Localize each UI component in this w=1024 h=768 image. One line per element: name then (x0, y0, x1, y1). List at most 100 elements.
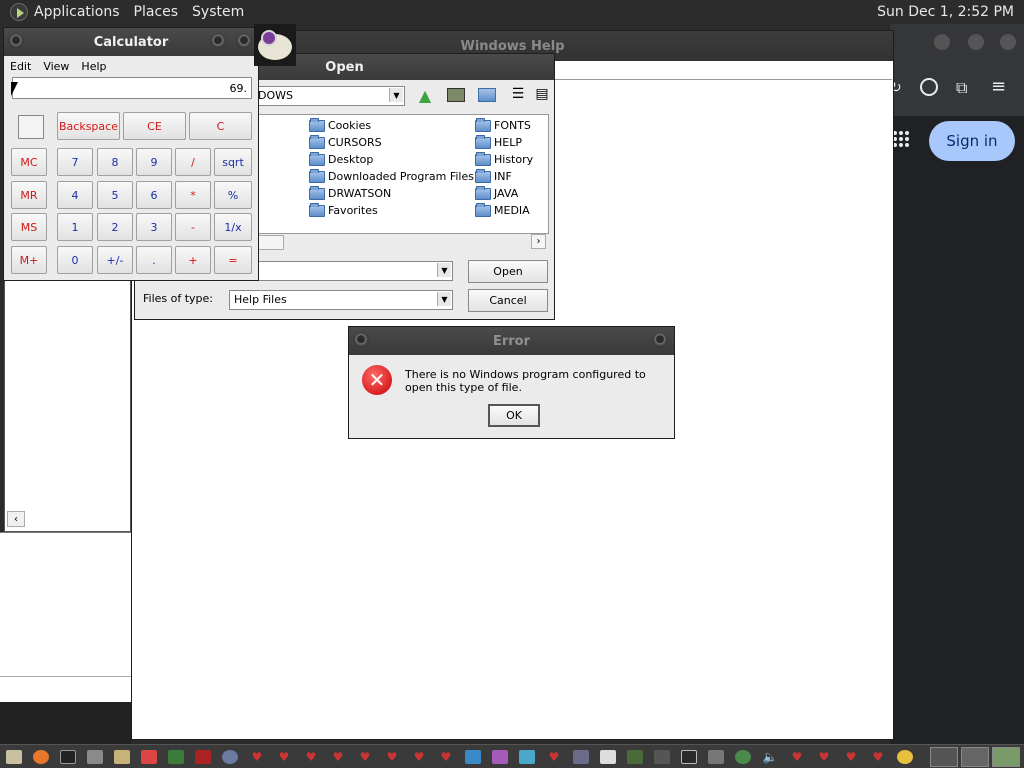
list-item[interactable]: DRWATSON (309, 185, 391, 202)
places-menu[interactable]: Places (134, 4, 179, 20)
app-icon[interactable] (598, 748, 618, 766)
new-folder-icon[interactable] (478, 88, 496, 102)
chevron-down-icon[interactable]: ▼ (437, 263, 451, 277)
files-of-type-combo[interactable]: Help Files ▼ (229, 290, 453, 310)
close-icon[interactable] (1000, 34, 1016, 50)
list-item[interactable]: JAVA (475, 185, 518, 202)
look-in-combo[interactable]: DOWS ▼ (253, 86, 405, 106)
digit-3-button[interactable]: 3 (136, 213, 172, 241)
settings-icon[interactable] (220, 748, 240, 766)
multiply-button[interactable]: * (175, 181, 211, 209)
wine-glass-icon[interactable]: ♥ (436, 748, 456, 766)
wine-glass-icon[interactable]: ♥ (382, 748, 402, 766)
wine-glass-icon[interactable]: ♥ (328, 748, 348, 766)
calculator-titlebar[interactable]: Calculator (4, 28, 258, 56)
ce-button[interactable]: CE (123, 112, 186, 140)
wine-glass-icon[interactable]: ♥ (814, 748, 834, 766)
file-name-combo[interactable]: ▼ (253, 261, 453, 281)
wine-glass-icon[interactable]: ♥ (868, 748, 888, 766)
system-menu[interactable]: System (192, 4, 244, 20)
m-plus-button[interactable]: M+ (11, 246, 47, 274)
wine-glass-icon[interactable]: ♥ (544, 748, 564, 766)
list-item[interactable]: INF (475, 168, 512, 185)
sheep-icon[interactable] (895, 748, 915, 766)
list-item[interactable]: FONTS (475, 117, 531, 134)
digit-0-button[interactable]: 0 (57, 246, 93, 274)
clock[interactable]: Sun Dec 1, 2:52 PM (877, 4, 1014, 20)
extensions-icon[interactable]: ⧉ (956, 78, 967, 98)
digit-8-button[interactable]: 8 (97, 148, 133, 176)
menu-icon[interactable]: ≡ (991, 76, 1006, 97)
close-icon[interactable] (236, 33, 252, 49)
wine-glass-icon[interactable]: ♥ (841, 748, 861, 766)
list-item[interactable]: CURSORS (309, 134, 382, 151)
desktop-icon[interactable] (447, 88, 465, 102)
list-view-icon[interactable]: ☰ (509, 86, 527, 102)
mc-button[interactable]: MC (11, 148, 47, 176)
scroll-left-icon[interactable]: ‹ (7, 511, 25, 527)
open-button[interactable]: Open (468, 260, 548, 283)
digit-6-button[interactable]: 6 (136, 181, 172, 209)
list-item[interactable]: Cookies (309, 117, 371, 134)
digit-2-button[interactable]: 2 (97, 213, 133, 241)
list-item[interactable]: Downloaded Program Files (309, 168, 474, 185)
horizontal-scrollbar-thumb[interactable] (256, 235, 284, 250)
wine-icon[interactable] (193, 748, 213, 766)
app-icon[interactable] (517, 748, 537, 766)
chevron-down-icon[interactable]: ▼ (389, 88, 403, 102)
folder-icon[interactable] (112, 748, 132, 766)
close-icon[interactable] (652, 332, 668, 348)
list-item[interactable]: MEDIA (475, 202, 530, 219)
app-icon[interactable] (571, 748, 591, 766)
decimal-button[interactable]: . (136, 246, 172, 274)
digit-4-button[interactable]: 4 (57, 181, 93, 209)
wine-glass-icon[interactable]: ♥ (355, 748, 375, 766)
menu-edit[interactable]: Edit (10, 60, 31, 73)
volume-icon[interactable]: 🔈 (760, 748, 780, 766)
software-icon[interactable] (139, 748, 159, 766)
minimize-icon[interactable] (210, 33, 226, 49)
wine-glass-icon[interactable]: ♥ (409, 748, 429, 766)
ms-button[interactable]: MS (11, 213, 47, 241)
wine-glass-icon[interactable]: ♥ (301, 748, 321, 766)
wine-glass-icon[interactable]: ♥ (787, 748, 807, 766)
digit-9-button[interactable]: 9 (136, 148, 172, 176)
arrow-up-icon[interactable]: ▲ (416, 86, 434, 105)
minimize-icon[interactable] (934, 34, 950, 50)
app-icon[interactable] (652, 748, 672, 766)
window-menu-icon[interactable] (8, 33, 24, 49)
digit-1-button[interactable]: 1 (57, 213, 93, 241)
sign-in-button[interactable]: Sign in (929, 121, 1015, 161)
workspace-2[interactable] (961, 747, 989, 767)
backspace-button[interactable]: Backspace (57, 112, 120, 140)
details-view-icon[interactable]: ▤ (533, 86, 551, 102)
workspace-1[interactable] (930, 747, 958, 767)
monitor-icon[interactable] (463, 748, 483, 766)
menu-view[interactable]: View (43, 60, 69, 73)
wine-glass-icon[interactable]: ♥ (247, 748, 267, 766)
list-item[interactable]: Desktop (309, 151, 373, 168)
media-icon[interactable] (679, 748, 699, 766)
image-icon[interactable] (625, 748, 645, 766)
percent-button[interactable]: % (214, 181, 252, 209)
show-desktop-icon[interactable] (4, 748, 24, 766)
menu-help[interactable]: Help (81, 60, 106, 73)
terminal-icon[interactable] (58, 748, 78, 766)
ok-button[interactable]: OK (488, 404, 540, 427)
wine-glass-icon[interactable]: ♥ (274, 748, 294, 766)
cancel-button[interactable]: Cancel (468, 289, 548, 312)
list-item[interactable]: History (475, 151, 533, 168)
maximize-icon[interactable] (968, 34, 984, 50)
distro-logo-icon[interactable] (10, 3, 28, 21)
equals-button[interactable]: = (214, 246, 252, 274)
apps-grid-icon[interactable] (893, 131, 909, 147)
add-button[interactable]: + (175, 246, 211, 274)
account-icon[interactable] (920, 78, 938, 96)
error-titlebar[interactable]: Error (349, 327, 674, 355)
sqrt-button[interactable]: sqrt (214, 148, 252, 176)
applications-menu[interactable]: Applications (34, 4, 120, 20)
sheep-app-icon[interactable] (254, 24, 296, 66)
app-icon[interactable] (706, 748, 726, 766)
window-menu-icon[interactable] (353, 332, 369, 348)
reciprocal-button[interactable]: 1/x (214, 213, 252, 241)
